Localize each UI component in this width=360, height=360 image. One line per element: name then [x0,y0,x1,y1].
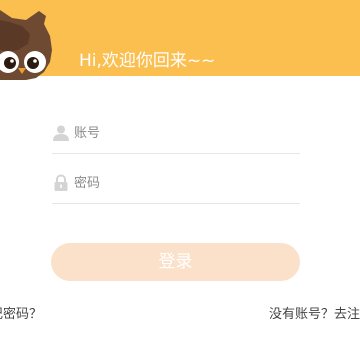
login-button[interactable]: 登录 [51,243,300,281]
register-link[interactable]: 没有账号？去注册 [269,306,360,324]
password-field[interactable] [52,167,300,204]
header-banner: Hi,欢迎你回来~~ [0,0,360,80]
username-field[interactable] [52,117,300,154]
lock-icon [54,174,68,191]
username-input[interactable] [74,122,294,144]
user-icon [53,125,69,141]
owl-mascot-icon [0,10,52,80]
password-input[interactable] [74,172,294,194]
login-screen: Hi,欢迎你回来~~ 登录 忘记密码？ 没有账号？去注册 [0,0,360,360]
forgot-password-link[interactable]: 忘记密码？ [0,306,42,324]
welcome-text: Hi,欢迎你回来~~ [79,51,216,71]
